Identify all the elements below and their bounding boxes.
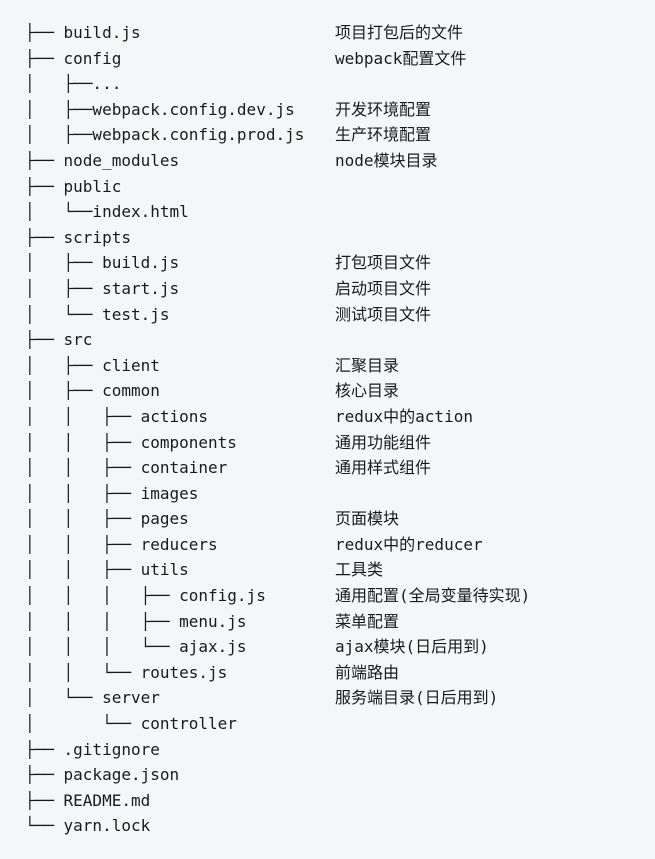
tree-row: │ ├── client汇聚目录 (25, 353, 630, 379)
tree-row: │ ├──webpack.config.prod.js生产环境配置 (25, 122, 630, 148)
tree-item-desc: 核心目录 (335, 378, 399, 404)
tree-item-name: │ │ └── routes.js (25, 660, 335, 686)
tree-row: │ │ ├── container通用样式组件 (25, 455, 630, 481)
tree-row: │ │ ├── images (25, 481, 630, 507)
tree-item-desc: 启动项目文件 (335, 276, 431, 302)
tree-row: │ ├── common核心目录 (25, 378, 630, 404)
tree-item-name: │ │ ├── images (25, 481, 335, 507)
tree-item-name: ├── .gitignore (25, 737, 335, 763)
tree-item-desc: redux中的action (335, 404, 473, 430)
tree-row: │ │ ├── pages页面模块 (25, 506, 630, 532)
tree-item-name: │ └──index.html (25, 199, 335, 225)
tree-item-name: │ ├──... (25, 71, 335, 97)
tree-item-desc: 通用配置(全局变量待实现) (335, 583, 530, 609)
tree-row: ├── README.md (25, 788, 630, 814)
tree-item-name: │ ├── client (25, 353, 335, 379)
tree-item-name: │ ├── build.js (25, 250, 335, 276)
tree-item-name: │ │ ├── actions (25, 404, 335, 430)
tree-item-name: │ └── server (25, 685, 335, 711)
directory-tree: ├── build.js项目打包后的文件├── configwebpack配置文… (25, 20, 630, 839)
tree-item-desc: webpack配置文件 (335, 46, 466, 72)
tree-item-name: │ ├── start.js (25, 276, 335, 302)
tree-item-name: │ │ ├── pages (25, 506, 335, 532)
tree-row: │ │ ├── actionsredux中的action (25, 404, 630, 430)
tree-item-name: ├── src (25, 327, 335, 353)
tree-item-desc: 通用样式组件 (335, 455, 431, 481)
tree-row: ├── public (25, 174, 630, 200)
tree-item-desc: node模块目录 (335, 148, 438, 174)
tree-item-desc: ajax模块(日后用到) (335, 634, 489, 660)
tree-item-name: │ │ │ └── ajax.js (25, 634, 335, 660)
tree-item-name: │ └── controller (25, 711, 335, 737)
tree-item-name: │ │ ├── components (25, 430, 335, 456)
tree-item-desc: 工具类 (335, 557, 383, 583)
tree-row: ├── package.json (25, 762, 630, 788)
tree-row: │ │ ├── reducersredux中的reducer (25, 532, 630, 558)
tree-item-name: └── yarn.lock (25, 813, 335, 839)
tree-item-desc: 打包项目文件 (335, 250, 431, 276)
tree-row: │ │ ├── components通用功能组件 (25, 430, 630, 456)
tree-row: │ │ │ ├── menu.js菜单配置 (25, 609, 630, 635)
tree-row: ├── node_modulesnode模块目录 (25, 148, 630, 174)
tree-row: │ │ │ ├── config.js通用配置(全局变量待实现) (25, 583, 630, 609)
tree-row: │ ├── start.js启动项目文件 (25, 276, 630, 302)
tree-item-name: │ │ ├── utils (25, 557, 335, 583)
tree-item-name: ├── config (25, 46, 335, 72)
tree-item-name: │ └── test.js (25, 302, 335, 328)
tree-row: │ ├──webpack.config.dev.js开发环境配置 (25, 97, 630, 123)
tree-item-desc: 通用功能组件 (335, 430, 431, 456)
tree-item-name: │ │ ├── reducers (25, 532, 335, 558)
tree-row: │ └──index.html (25, 199, 630, 225)
tree-item-name: │ ├── common (25, 378, 335, 404)
tree-item-name: ├── README.md (25, 788, 335, 814)
tree-item-name: ├── node_modules (25, 148, 335, 174)
tree-item-name: ├── scripts (25, 225, 335, 251)
tree-item-desc: 开发环境配置 (335, 97, 431, 123)
tree-row: ├── src (25, 327, 630, 353)
tree-item-name: │ ├──webpack.config.dev.js (25, 97, 335, 123)
tree-row: │ │ └── routes.js前端路由 (25, 660, 630, 686)
tree-item-name: │ │ │ ├── menu.js (25, 609, 335, 635)
tree-row: ├── build.js项目打包后的文件 (25, 20, 630, 46)
tree-row: │ │ ├── utils工具类 (25, 557, 630, 583)
tree-item-name: │ │ │ ├── config.js (25, 583, 335, 609)
tree-row: │ └── test.js测试项目文件 (25, 302, 630, 328)
tree-item-desc: 前端路由 (335, 660, 399, 686)
tree-item-name: │ ├──webpack.config.prod.js (25, 122, 335, 148)
tree-item-name: ├── build.js (25, 20, 335, 46)
tree-item-desc: 测试项目文件 (335, 302, 431, 328)
tree-row: │ ├──... (25, 71, 630, 97)
tree-row: ├── configwebpack配置文件 (25, 46, 630, 72)
tree-item-desc: redux中的reducer (335, 532, 483, 558)
tree-row: │ ├── build.js打包项目文件 (25, 250, 630, 276)
tree-item-desc: 页面模块 (335, 506, 399, 532)
tree-item-desc: 项目打包后的文件 (335, 20, 463, 46)
tree-row: │ │ │ └── ajax.jsajax模块(日后用到) (25, 634, 630, 660)
tree-row: └── yarn.lock (25, 813, 630, 839)
tree-row: │ └── server服务端目录(日后用到) (25, 685, 630, 711)
tree-item-desc: 菜单配置 (335, 609, 399, 635)
tree-row: ├── scripts (25, 225, 630, 251)
tree-item-name: │ │ ├── container (25, 455, 335, 481)
tree-row: ├── .gitignore (25, 737, 630, 763)
tree-item-desc: 服务端目录(日后用到) (335, 685, 498, 711)
tree-item-desc: 生产环境配置 (335, 122, 431, 148)
tree-item-desc: 汇聚目录 (335, 353, 399, 379)
tree-item-name: ├── package.json (25, 762, 335, 788)
tree-row: │ └── controller (25, 711, 630, 737)
tree-item-name: ├── public (25, 174, 335, 200)
